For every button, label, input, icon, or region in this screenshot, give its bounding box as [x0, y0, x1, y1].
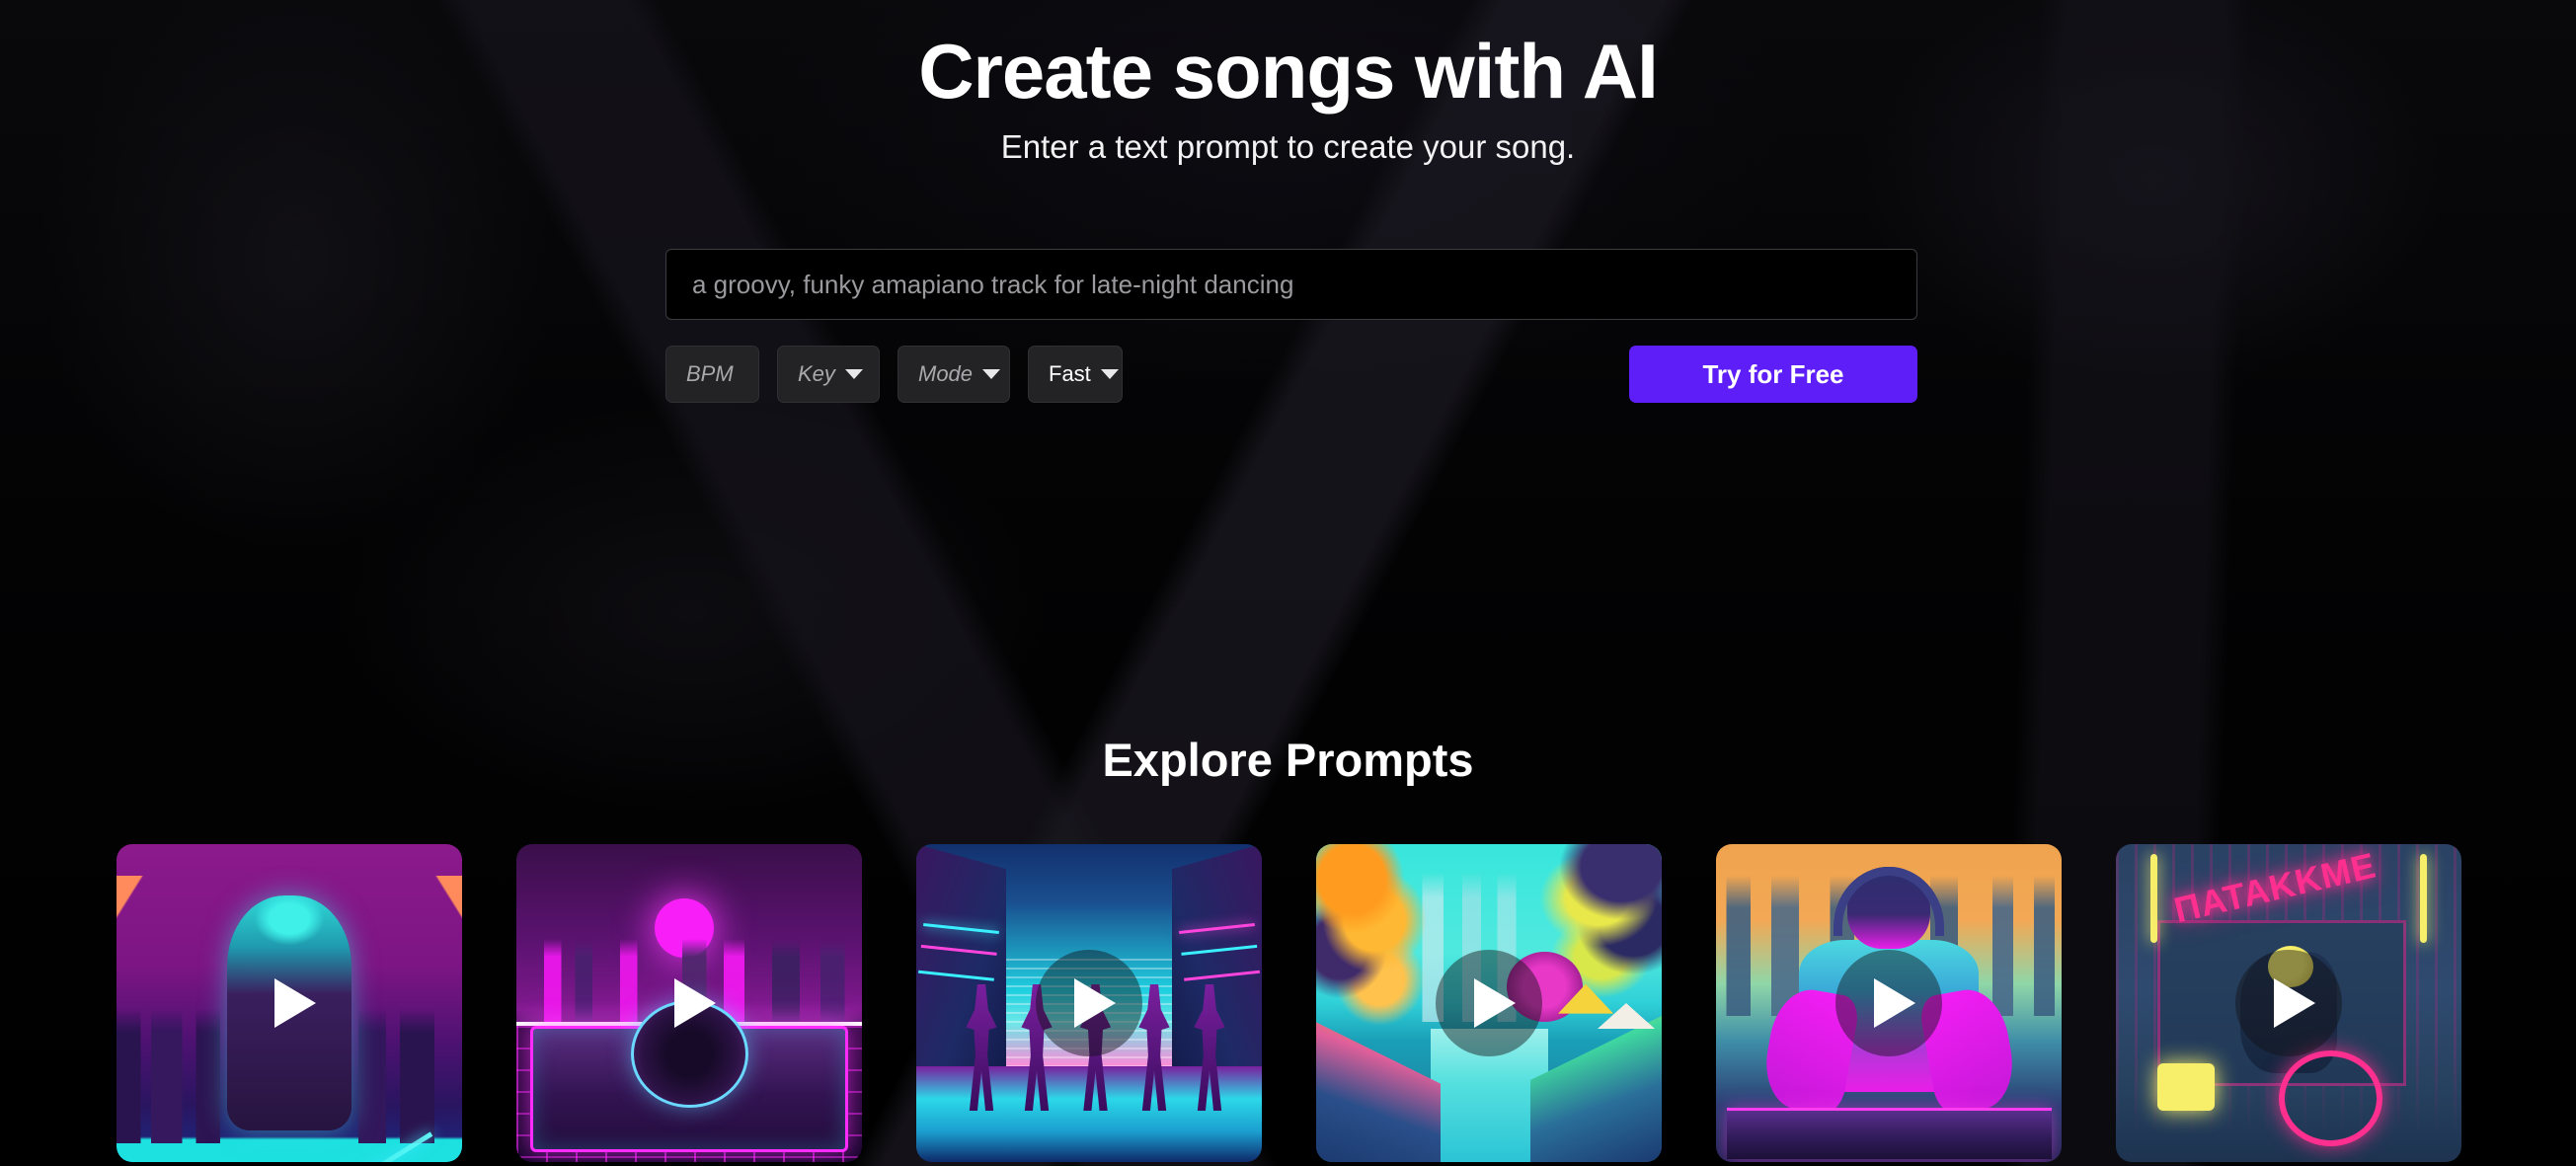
play-icon: [674, 978, 716, 1028]
neon-box-light: [2157, 1063, 2215, 1112]
hero-section: Create songs with AI Enter a text prompt…: [0, 0, 2576, 166]
chevron-down-icon: [982, 369, 1001, 379]
dancer-silhouette: [1194, 983, 1225, 1112]
play-button[interactable]: [1036, 950, 1142, 1056]
motorcycle-wheel: [2278, 1050, 2382, 1146]
play-button[interactable]: [236, 950, 343, 1056]
page-root: Create songs with AI Enter a text prompt…: [0, 0, 2576, 1166]
play-icon: [1074, 978, 1116, 1028]
bpm-label: BPM: [686, 361, 734, 386]
headphones-icon: [1834, 866, 1944, 937]
play-button[interactable]: [1436, 950, 1542, 1056]
play-button[interactable]: [2235, 950, 2342, 1056]
mode-label: Mode: [918, 361, 974, 386]
play-icon: [274, 978, 316, 1028]
prompt-card-neon-dancers[interactable]: [916, 844, 1262, 1162]
play-icon: [1874, 978, 1915, 1028]
chevron-down-icon: [844, 369, 863, 379]
prompt-card-list: ΠΑΤΑΚΚΜΕ: [117, 844, 2461, 1162]
prompt-card-dj-sunset[interactable]: [1716, 844, 2062, 1162]
prompt-card-neon-cyber-samurai[interactable]: [117, 844, 462, 1162]
play-icon: [1474, 978, 1516, 1028]
neon-tube-right: [2420, 853, 2427, 943]
prompt-controls: BPM Key Mode Fast Try for Free: [665, 346, 1917, 403]
key-dropdown[interactable]: Key: [777, 346, 880, 403]
play-button[interactable]: [636, 950, 742, 1056]
speed-dropdown[interactable]: Fast: [1028, 346, 1123, 403]
dancer-silhouette: [1138, 983, 1170, 1112]
play-button[interactable]: [1835, 950, 1942, 1056]
prompt-card-tropical-canal[interactable]: [1316, 844, 1662, 1162]
explore-prompts-heading: Explore Prompts: [1102, 734, 1474, 786]
play-icon: [2274, 978, 2315, 1028]
chevron-down-icon: [1100, 369, 1119, 379]
speed-value: Fast: [1049, 361, 1091, 386]
prompt-card-synthwave-turntable[interactable]: [516, 844, 862, 1162]
prompt-card-neon-sign-motorcycle[interactable]: ΠΑΤΑΚΚΜΕ: [2116, 844, 2461, 1162]
prompt-form: BPM Key Mode Fast Try for Free: [665, 249, 1917, 403]
dancer-silhouette: [966, 983, 997, 1112]
bpm-input[interactable]: BPM: [665, 346, 759, 403]
prompt-input[interactable]: [665, 249, 1917, 320]
mode-dropdown[interactable]: Mode: [898, 346, 1010, 403]
dj-mixer: [1726, 1108, 2052, 1159]
palm-tree-left: [1316, 844, 1427, 1067]
neon-tube-left: [2150, 853, 2157, 943]
try-for-free-button[interactable]: Try for Free: [1629, 346, 1917, 403]
key-label: Key: [798, 361, 835, 386]
page-subtitle: Enter a text prompt to create your song.: [1000, 128, 1576, 166]
page-title: Create songs with AI: [918, 28, 1659, 115]
